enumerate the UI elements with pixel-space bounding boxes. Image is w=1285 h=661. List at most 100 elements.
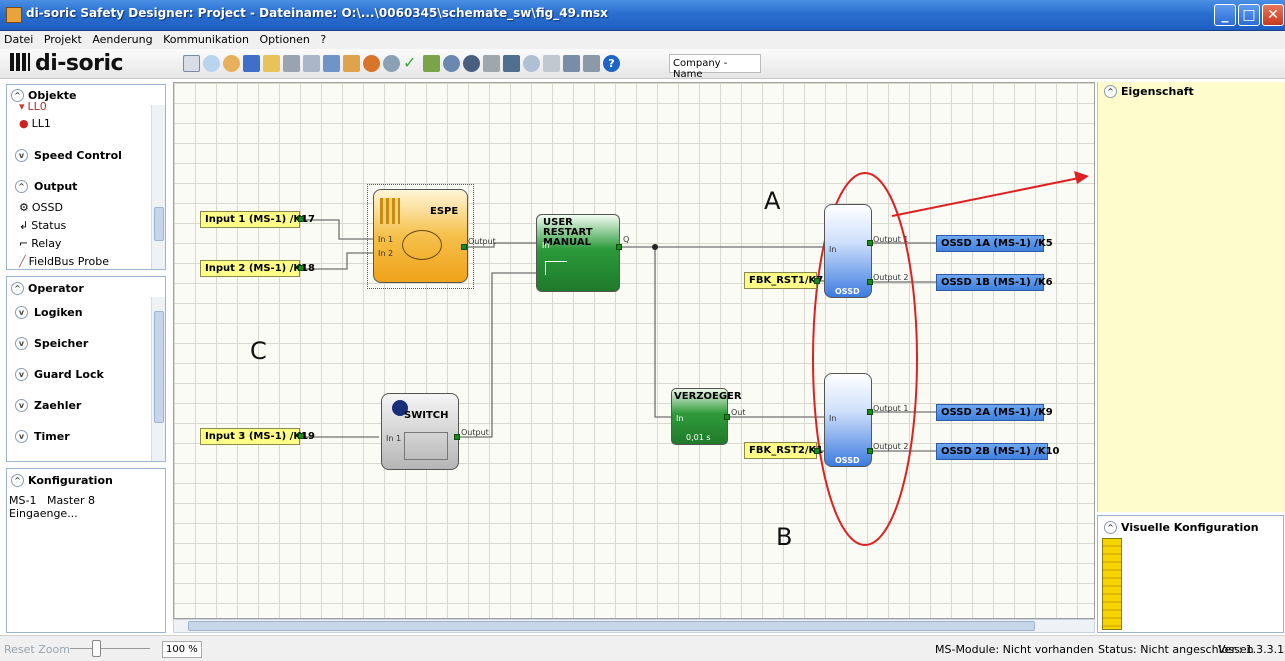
monitor-icon[interactable] <box>463 55 480 72</box>
toolbar: di-soric ✓ ? Company - Name <box>0 49 1285 80</box>
output-tag-ossd-1b[interactable]: OSSD 1B (MS-1) /K6 <box>936 274 1053 291</box>
menu-projekt[interactable]: Projekt <box>40 31 85 46</box>
menu-kommunikation[interactable]: Kommunikation <box>159 31 252 46</box>
folder-icon[interactable] <box>263 55 280 72</box>
contact-icon <box>404 432 448 460</box>
ossd1-in-label: In <box>829 245 837 254</box>
ossd1-output2-label: Output 2 <box>873 273 909 282</box>
restart-q-label: Q <box>623 235 630 244</box>
list-item-fieldbus-probe[interactable]: ╱ FieldBus Probe <box>19 255 109 268</box>
network-icon[interactable] <box>563 55 580 72</box>
section-zaehler[interactable]: v Zaehler <box>15 399 81 412</box>
minimize-button[interactable]: _ <box>1214 4 1236 26</box>
toolbar-icons: ✓ ? <box>183 55 620 73</box>
schematic-canvas[interactable]: Input 1 (MS-1) /K17 Input 2 (MS-1) /K18 … <box>173 82 1095 619</box>
status-icon: ↲ <box>19 219 29 232</box>
open-icon[interactable] <box>203 55 220 72</box>
section-speed-control[interactable]: v Speed Control <box>15 149 122 162</box>
light-curtain-icon <box>380 198 400 224</box>
feedback-tag-1[interactable]: FBK_RST1/K7 <box>744 272 823 289</box>
ossd-block-1[interactable]: In OSSD <box>824 204 872 298</box>
port <box>298 433 304 439</box>
list-item-ll1[interactable]: ● LL1 <box>19 117 51 130</box>
edit-icon[interactable] <box>343 55 360 72</box>
ossd1-output1-label: Output 1 <box>873 235 909 244</box>
restart-in-label: In <box>542 241 550 250</box>
port <box>814 278 820 284</box>
collapse-icon[interactable]: ^ <box>11 282 24 295</box>
configuration-panel-title: Konfiguration <box>28 474 113 487</box>
ossd2-label: OSSD <box>835 456 860 465</box>
maximize-button[interactable]: □ <box>1238 4 1260 26</box>
menu-help[interactable]: ? <box>316 31 329 46</box>
collapse-icon[interactable]: ^ <box>1104 85 1117 98</box>
zoom-slider-thumb[interactable] <box>92 640 101 657</box>
switch-title: SWITCH <box>404 410 449 421</box>
print-preview-icon[interactable] <box>303 55 320 72</box>
output-tag-ossd-2b[interactable]: OSSD 2B (MS-1) /K10 <box>936 443 1060 460</box>
user-icon[interactable] <box>223 55 240 72</box>
validate-icon[interactable]: ✓ <box>403 55 420 72</box>
module-entry[interactable]: MS-1 Master 8 Eingaenge... <box>9 494 165 520</box>
annotation-c: C <box>250 337 267 365</box>
list-item-relay[interactable]: ⌐ Relay <box>19 237 61 250</box>
disconnect-icon[interactable] <box>383 55 400 72</box>
section-speicher[interactable]: v Speicher <box>15 337 88 350</box>
canvas-horizontal-scrollbar[interactable] <box>173 619 1095 633</box>
collapse-icon[interactable]: ^ <box>11 474 24 487</box>
menu-optionen[interactable]: Optionen <box>255 31 312 46</box>
send-icon[interactable] <box>423 55 440 72</box>
clipboard-icon[interactable] <box>543 55 560 72</box>
list-item-status[interactable]: ↲ Status <box>19 219 66 232</box>
zoom-level-field[interactable]: 100 % <box>162 641 202 658</box>
ossd2-in-label: In <box>829 414 837 423</box>
help-icon[interactable]: ? <box>603 55 620 72</box>
port <box>454 434 460 440</box>
scroll-thumb[interactable] <box>188 621 1035 631</box>
operator-scrollbar[interactable] <box>151 297 165 461</box>
print-icon[interactable] <box>283 55 300 72</box>
connect-icon[interactable] <box>363 55 380 72</box>
input-tag-3[interactable]: Input 3 (MS-1) /K19 <box>200 428 315 445</box>
zoom-slider-track[interactable] <box>70 648 150 649</box>
menu-datei[interactable]: Datei <box>0 31 36 46</box>
section-logiken[interactable]: v Logiken <box>15 306 83 319</box>
configuration-panel: ^ Konfiguration MS-1 Master 8 Eingaenge.… <box>6 468 166 633</box>
restart-block[interactable]: USER RESTART MANUAL In Q <box>536 214 629 292</box>
zoom-icon[interactable] <box>523 55 540 72</box>
menu-aenderung[interactable]: Aenderung <box>88 31 155 46</box>
close-button[interactable]: ✕ <box>1262 4 1284 26</box>
list-item-ossd[interactable]: ⚙ OSSD <box>19 201 63 214</box>
reset-zoom-button[interactable]: Reset Zoom <box>4 643 70 656</box>
input-tag-1[interactable]: Input 1 (MS-1) /K17 <box>200 211 315 228</box>
receive-icon[interactable] <box>443 55 460 72</box>
port <box>616 244 622 250</box>
tools-icon[interactable] <box>483 55 500 72</box>
switch-block[interactable]: SWITCH In 1 <box>381 393 459 470</box>
wires <box>304 171 1089 546</box>
output-tag-ossd-1a[interactable]: OSSD 1A (MS-1) /K5 <box>936 235 1053 252</box>
report-icon[interactable] <box>323 55 340 72</box>
company-name-field[interactable]: Company - Name <box>669 54 761 80</box>
graph-icon[interactable] <box>503 55 520 72</box>
section-output[interactable]: ^ Output <box>15 180 77 193</box>
feedback-tag-2[interactable]: FBK_RST2/K11 <box>744 442 830 459</box>
section-guard-lock[interactable]: v Guard Lock <box>15 368 104 381</box>
delay-block[interactable]: VERZOEGER In Out 0,01 s <box>671 388 746 445</box>
list-item-ll0[interactable]: ▾ LL0 <box>19 100 47 113</box>
settings-icon[interactable] <box>583 55 600 72</box>
espe-block[interactable]: ESPE In 1 In 2 <box>373 189 468 283</box>
output-tag-ossd-2a[interactable]: OSSD 2A (MS-1) /K9 <box>936 404 1053 421</box>
section-timer[interactable]: v Timer <box>15 430 70 443</box>
safety-module-image[interactable] <box>1102 538 1122 630</box>
collapse-icon[interactable]: ^ <box>1104 521 1117 534</box>
new-project-icon[interactable] <box>183 55 200 72</box>
ossd-block-2[interactable]: In OSSD <box>824 373 872 467</box>
delay-title: VERZOEGER <box>674 391 742 402</box>
objects-scrollbar[interactable] <box>151 105 165 269</box>
delay-value: 0,01 s <box>686 433 711 442</box>
input-tag-2[interactable]: Input 2 (MS-1) /K18 <box>200 260 315 277</box>
save-icon[interactable] <box>243 55 260 72</box>
port <box>814 448 820 454</box>
port <box>867 279 873 285</box>
